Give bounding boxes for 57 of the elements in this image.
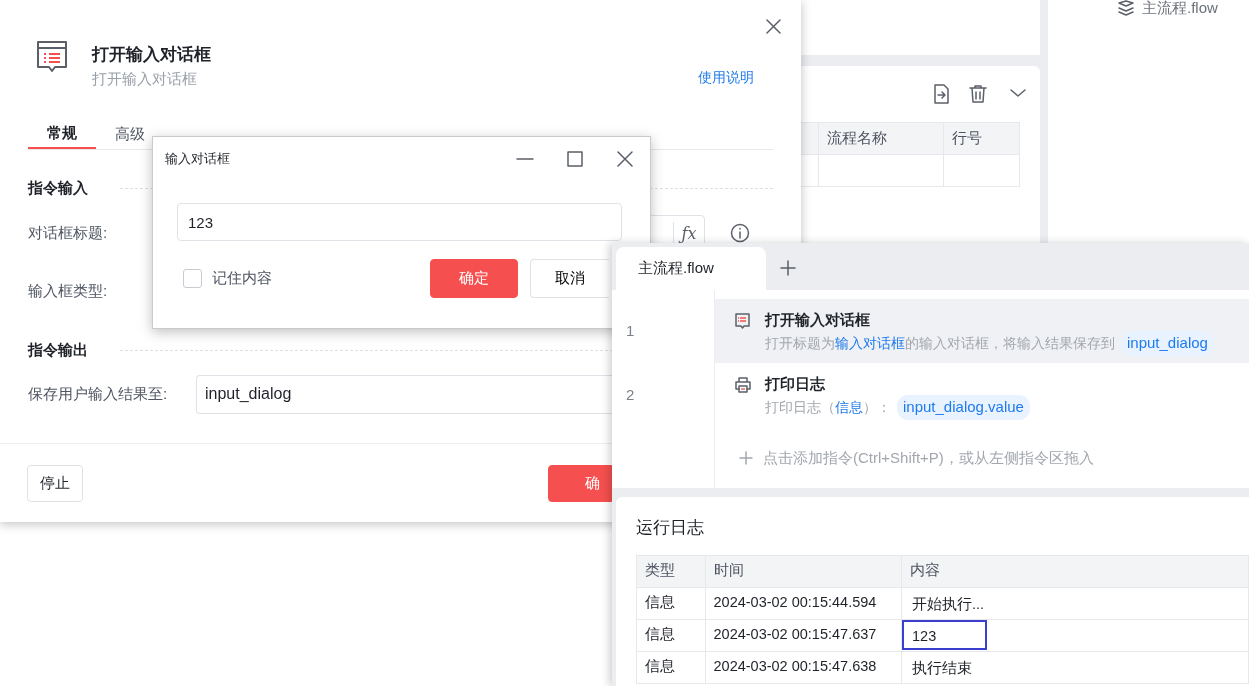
table-cell[interactable]: 123 bbox=[902, 620, 987, 650]
help-link[interactable]: 使用说明 bbox=[698, 67, 754, 88]
info-icon[interactable] bbox=[730, 223, 750, 243]
file-name[interactable]: 主流程.flow bbox=[1142, 0, 1218, 20]
field-label: 输入框类型: bbox=[28, 280, 109, 301]
table-cell: 2024-03-02 00:15:47.638 bbox=[705, 651, 902, 683]
dialog-subtitle: 打开输入对话框 bbox=[92, 69, 198, 89]
step-description: 打开标题为输入对话框的输入对话框，将输入结果保存到 bbox=[765, 333, 1115, 353]
list-icon bbox=[735, 313, 751, 329]
dialog-icon bbox=[36, 40, 68, 74]
column-header: 时间 bbox=[705, 555, 902, 587]
line-number: 2 bbox=[625, 384, 636, 405]
close-icon bbox=[766, 19, 781, 34]
layers-icon bbox=[1118, 0, 1134, 16]
column-header: 流程名称 bbox=[818, 122, 944, 155]
minimize-icon bbox=[516, 158, 534, 160]
checkbox[interactable] bbox=[183, 269, 202, 288]
printer-icon bbox=[735, 377, 751, 393]
tab[interactable]: 高级 bbox=[96, 118, 164, 149]
table-cell: 2024-03-02 00:15:47.637 bbox=[705, 619, 902, 651]
step-row[interactable]: 打开输入对话框 打开标题为输入对话框的输入对话框，将输入结果保存到 input_dialog bbox=[715, 299, 1249, 363]
table-cell: 信息 bbox=[636, 587, 705, 619]
parameter-link[interactable]: 信息 bbox=[835, 398, 863, 415]
section-title: 指令输入 bbox=[28, 177, 89, 198]
cancel-button[interactable]: 取消 bbox=[530, 259, 609, 298]
variable-tag: input_dialog bbox=[1121, 331, 1214, 356]
panel-title: 运行日志 bbox=[636, 517, 705, 539]
chevron-down-icon[interactable] bbox=[1009, 88, 1027, 98]
table-cell: 信息 bbox=[636, 619, 705, 651]
input-field[interactable]: 123 bbox=[177, 203, 622, 241]
plus-icon bbox=[739, 451, 753, 466]
step-description: 打印日志（信息）： bbox=[765, 397, 891, 417]
column-header: 行号 bbox=[943, 122, 1020, 155]
stop-button[interactable]: 停止 bbox=[27, 465, 83, 502]
column-header: 类型 bbox=[636, 555, 705, 587]
line-number: 1 bbox=[625, 320, 636, 341]
step-row[interactable]: 打印日志 打印日志（信息）： input_dialog.value bbox=[715, 363, 1249, 427]
column-header: 内容 bbox=[901, 555, 1249, 587]
export-file-icon[interactable] bbox=[933, 84, 950, 104]
section-title: 指令输出 bbox=[28, 339, 89, 360]
window-title: 输入对话框 bbox=[165, 150, 230, 169]
dialog-title: 打开输入对话框 bbox=[92, 44, 211, 66]
field-label: 保存用户输入结果至: bbox=[28, 383, 169, 404]
step-title: 打开输入对话框 bbox=[765, 310, 871, 330]
tab[interactable]: 主流程.flow bbox=[616, 247, 766, 290]
checkbox-label: 记住内容 bbox=[212, 268, 272, 289]
delete-icon[interactable] bbox=[969, 84, 987, 104]
table-cell: 2024-03-02 00:15:44.594 bbox=[705, 587, 902, 619]
step-title: 打印日志 bbox=[765, 374, 826, 394]
parameter-link[interactable]: 输入对话框 bbox=[835, 334, 905, 351]
maximize-icon bbox=[567, 151, 583, 167]
close-icon bbox=[617, 151, 633, 167]
plus-icon bbox=[780, 260, 796, 276]
variable-tag: input_dialog.value bbox=[897, 395, 1030, 420]
table-cell: 信息 bbox=[636, 651, 705, 683]
tab[interactable]: 常规 bbox=[28, 118, 96, 149]
input-field[interactable]: input_dialog bbox=[196, 374, 612, 414]
